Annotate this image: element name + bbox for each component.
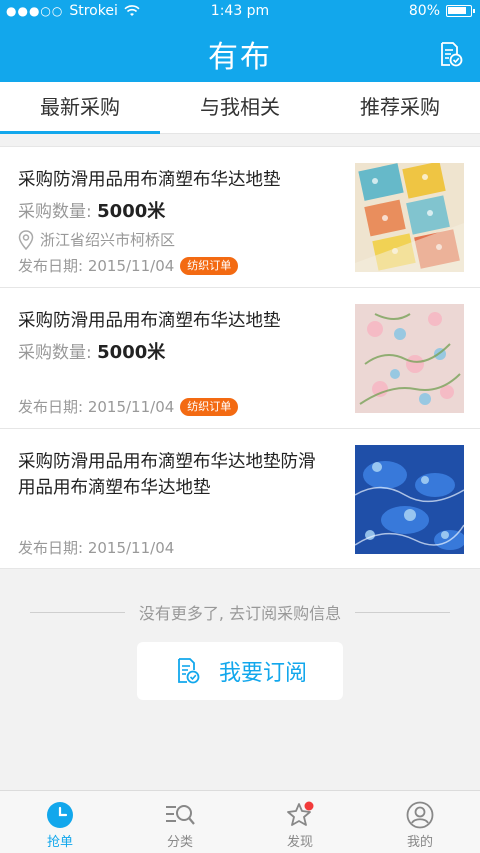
status-right: 80% xyxy=(408,3,475,19)
list-item[interactable]: 采购防滑用品用布滴塑布华达地垫 采购数量: 5000米 浙江省绍兴市柯桥区 发布… xyxy=(0,146,480,287)
subscribe-doc-icon xyxy=(178,658,200,684)
tab-discover[interactable]: 发现 xyxy=(240,791,360,853)
subscribe-label: 我要订阅 xyxy=(218,661,307,686)
category-badge: 纺织订单 xyxy=(180,256,239,275)
status-bar: ●●●○○ Strokei 1:43 pm 80% xyxy=(0,0,480,24)
item-quantity: 采购数量: 5000米 xyxy=(18,338,165,364)
tab-latest[interactable]: 最新采购 xyxy=(0,82,160,134)
list-item[interactable]: 采购防滑用品用布滴塑布华达地垫 采购数量: 5000米 发布日期: 2015/1… xyxy=(0,287,480,428)
tab-label: 我的 xyxy=(406,835,433,850)
item-date-row: 发布日期: 2015/11/04 纺织订单 xyxy=(18,255,239,276)
battery-percent: 80% xyxy=(408,3,440,19)
item-date-row: 发布日期: 2015/11/04 xyxy=(18,537,174,558)
tab-label: 发现 xyxy=(286,835,313,850)
tab-related[interactable]: 与我相关 xyxy=(160,82,320,133)
item-title: 采购防滑用品用布滴塑布华达地垫 xyxy=(18,170,281,190)
quantity-value: 5000米 xyxy=(97,342,166,363)
star-icon xyxy=(287,801,314,826)
tab-profile[interactable]: 我的 xyxy=(360,791,480,853)
battery-icon xyxy=(446,5,475,17)
item-quantity: 采购数量: 5000米 xyxy=(18,197,165,223)
subscribe-doc-icon[interactable] xyxy=(436,40,464,68)
list-item[interactable]: 采购防滑用品用布滴塑布华达地垫防滑用品用布滴塑布华达地垫 发布日期: 2015/… xyxy=(0,428,480,569)
publish-date: 发布日期: 2015/11/04 xyxy=(18,398,175,416)
publish-date: 发布日期: 2015/11/04 xyxy=(18,257,175,275)
item-date-row: 发布日期: 2015/11/04 纺织订单 xyxy=(18,396,239,417)
no-more-divider: 没有更多了, 去订阅采购信息 xyxy=(30,600,450,624)
item-location: 浙江省绍兴市柯桥区 xyxy=(18,229,175,250)
fabric-thumbnail xyxy=(355,445,464,554)
tab-label: 抢单 xyxy=(46,835,73,850)
category-badge: 纺织订单 xyxy=(180,397,239,416)
tab-categories[interactable]: 分类 xyxy=(120,791,240,853)
quantity-label: 采购数量: xyxy=(18,202,98,222)
subscribe-button[interactable]: 我要订阅 xyxy=(137,642,343,700)
purchase-list: 采购防滑用品用布滴塑布华达地垫 采购数量: 5000米 浙江省绍兴市柯桥区 发布… xyxy=(0,146,480,569)
tab-bar-top: 最新采购 与我相关 推荐采购 xyxy=(0,82,480,134)
item-title: 采购防滑用品用布滴塑布华达地垫 xyxy=(18,311,281,331)
item-title: 采购防滑用品用布滴塑布华达地垫防滑用品用布滴塑布华达地垫 xyxy=(18,452,316,498)
fabric-thumbnail xyxy=(355,304,464,413)
fabric-thumbnail xyxy=(355,163,464,272)
clock-icon xyxy=(47,802,73,828)
page-title: 有布 xyxy=(208,40,272,75)
location-pin-icon xyxy=(18,229,34,250)
divider-line xyxy=(355,611,450,613)
bottom-tab-bar: 抢单 分类 发现 我的 xyxy=(0,790,480,853)
location-text: 浙江省绍兴市柯桥区 xyxy=(40,231,176,249)
quantity-label: 采购数量: xyxy=(18,343,98,363)
app-header: ●●●○○ Strokei 1:43 pm 80% 有布 xyxy=(0,0,480,82)
quantity-value: 5000米 xyxy=(97,201,166,222)
no-more-text: 没有更多了, 去订阅采购信息 xyxy=(138,604,342,623)
category-search-icon xyxy=(166,805,195,825)
user-icon xyxy=(406,801,434,829)
tab-grab-orders[interactable]: 抢单 xyxy=(0,791,120,853)
tab-recommended[interactable]: 推荐采购 xyxy=(320,82,480,133)
divider-line xyxy=(30,611,125,613)
publish-date: 发布日期: 2015/11/04 xyxy=(18,539,175,557)
tab-label: 分类 xyxy=(166,835,193,850)
notification-dot xyxy=(304,801,314,811)
